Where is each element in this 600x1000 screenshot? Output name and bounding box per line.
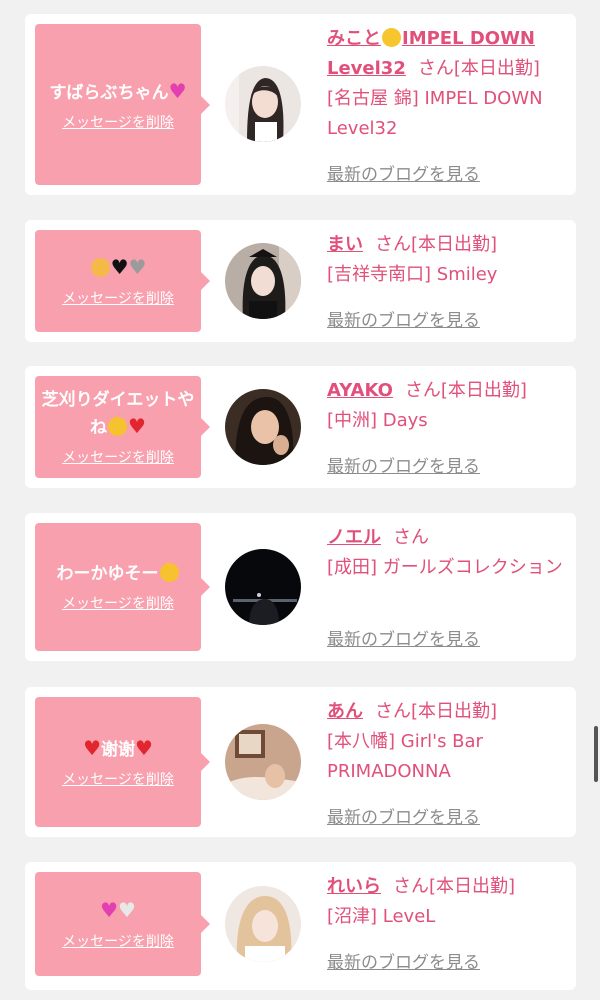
white-heart-icon: ♥ [118,898,136,922]
latest-blog-link[interactable]: 最新のブログを見る [327,160,480,185]
profile-name-link[interactable]: AYAKO [327,380,393,401]
san-label: さん [393,876,429,897]
avatar-photo [225,549,301,625]
profile-info: まい さん[本日出勤] [吉祥寺南口] Smiley [327,230,564,290]
delete-message-link[interactable]: メッセージを削除 [62,769,174,789]
delete-message-link[interactable]: メッセージを削除 [62,288,174,308]
scrollbar[interactable] [594,726,598,782]
work-status: [本日出勤] [411,701,498,722]
message-bubble: わーかゆそー メッセージを削除 [35,523,210,651]
san-label: さん [375,234,411,255]
shop-name: [本八幡] Girl's Bar PRIMADONNA [327,731,483,782]
message-text: ♥♥ [94,897,142,925]
profile-info: ノエル さん [成田] ガールズコレクション [327,523,564,583]
grey-heart-icon: ♥ [128,255,147,279]
work-status: [本日出勤] [411,234,498,255]
san-label: さん [393,527,429,548]
shop-name: [名古屋 錦] IMPEL DOWN Level32 [327,88,543,139]
pink-heart-icon: ♥ [100,898,118,922]
profile-name-link[interactable]: まい [327,234,363,255]
delete-message-link[interactable]: メッセージを削除 [62,447,174,467]
san-label: さん [417,58,454,79]
shop-name: [吉祥寺南口] Smiley [327,264,498,285]
message-bubble: ♥♥ メッセージを削除 [35,872,210,976]
avatar-photo [225,886,301,962]
avatar[interactable] [225,724,301,800]
profile-name-link[interactable]: あん [327,701,363,722]
crying-face-icon [159,563,179,582]
avatar[interactable] [225,549,301,625]
chick-icon [382,28,401,47]
red-heart-icon: ♥ [135,736,153,760]
message-text: ♥♥ [84,254,153,282]
message-card: ♥谢谢♥ メッセージを削除 あん さん[本日出勤] [本八幡] Girl's Ba… [25,687,576,837]
shop-name: [中洲] Days [327,410,428,431]
message-text: すばらぶちゃん♥ [49,78,187,103]
work-status: [本日出勤] [429,876,516,897]
message-text: ♥谢谢♥ [83,736,153,760]
message-text: 芝刈りダイエットやね ♥ [41,390,195,438]
message-card: わーかゆそー メッセージを削除 ノエル さん [成田] ガールズコレクション 最新… [25,513,576,661]
profile-info: AYAKO さん[本日出勤] [中洲] Days [327,376,564,436]
black-heart-icon: ♥ [110,255,129,279]
avatar-photo [225,389,301,465]
message-bubble: ♥♥ メッセージを削除 [35,230,210,332]
shop-name: [沼津] LeveL [327,906,436,927]
delete-message-link[interactable]: メッセージを削除 [62,593,174,613]
message-bubble: すばらぶちゃん♥ メッセージを削除 [35,24,210,185]
profile-info: あん さん[本日出勤] [本八幡] Girl's Bar PRIMADONNA [327,697,564,787]
latest-blog-link[interactable]: 最新のブログを見る [327,803,480,828]
message-bubble: 芝刈りダイエットやね ♥ メッセージを削除 [35,376,210,478]
message-text: わーかゆそー [51,561,186,587]
latest-blog-link[interactable]: 最新のブログを見る [327,306,480,331]
tears-of-joy-icon [108,417,128,436]
profile-name-link[interactable]: れいら [327,876,381,897]
latest-blog-link[interactable]: 最新のブログを見る [327,948,480,973]
message-card: ♥♥ メッセージを削除 れいら さん[本日出勤] [沼津] LeveL 最新のブロ… [25,862,576,990]
avatar-photo [225,243,301,319]
message-bubble: ♥谢谢♥ メッセージを削除 [35,697,210,827]
latest-blog-link[interactable]: 最新のブログを見る [327,625,480,650]
san-label: さん [404,380,441,401]
message-card: すばらぶちゃん♥ メッセージを削除 みこと IMPEL DOWN Level32 さ… [25,14,576,195]
avatar[interactable] [225,243,301,319]
avatar-photo [225,66,301,142]
latest-blog-link[interactable]: 最新のブログを見る [327,452,480,477]
cat-face-icon [90,258,110,277]
work-status: [本日出勤] [453,58,540,79]
profile-info: みこと IMPEL DOWN Level32 さん[本日出勤] [名古屋 錦] IM… [327,24,564,144]
red-heart-icon: ♥ [128,414,146,438]
work-status: [本日出勤] [440,380,527,401]
san-label: さん [375,701,411,722]
delete-message-link[interactable]: メッセージを削除 [62,112,174,132]
avatar[interactable] [225,886,301,962]
profile-name-link[interactable]: ノエル [327,527,381,548]
profile-info: れいら さん[本日出勤] [沼津] LeveL [327,872,564,932]
message-card: ♥♥ メッセージを削除 まい さん[本日出勤] [吉祥寺南口] Smiley 最新… [25,220,576,342]
message-card: 芝刈りダイエットやね ♥ メッセージを削除 AYAKO さん[本日出勤] [中洲] … [25,366,576,488]
avatar[interactable] [225,66,301,142]
avatar-photo [225,724,301,800]
shop-name: [成田] ガールズコレクション [327,557,563,578]
purple-heart-icon: ♥ [168,78,187,103]
delete-message-link[interactable]: メッセージを削除 [62,931,174,951]
red-heart-icon: ♥ [83,736,101,760]
avatar[interactable] [225,389,301,465]
